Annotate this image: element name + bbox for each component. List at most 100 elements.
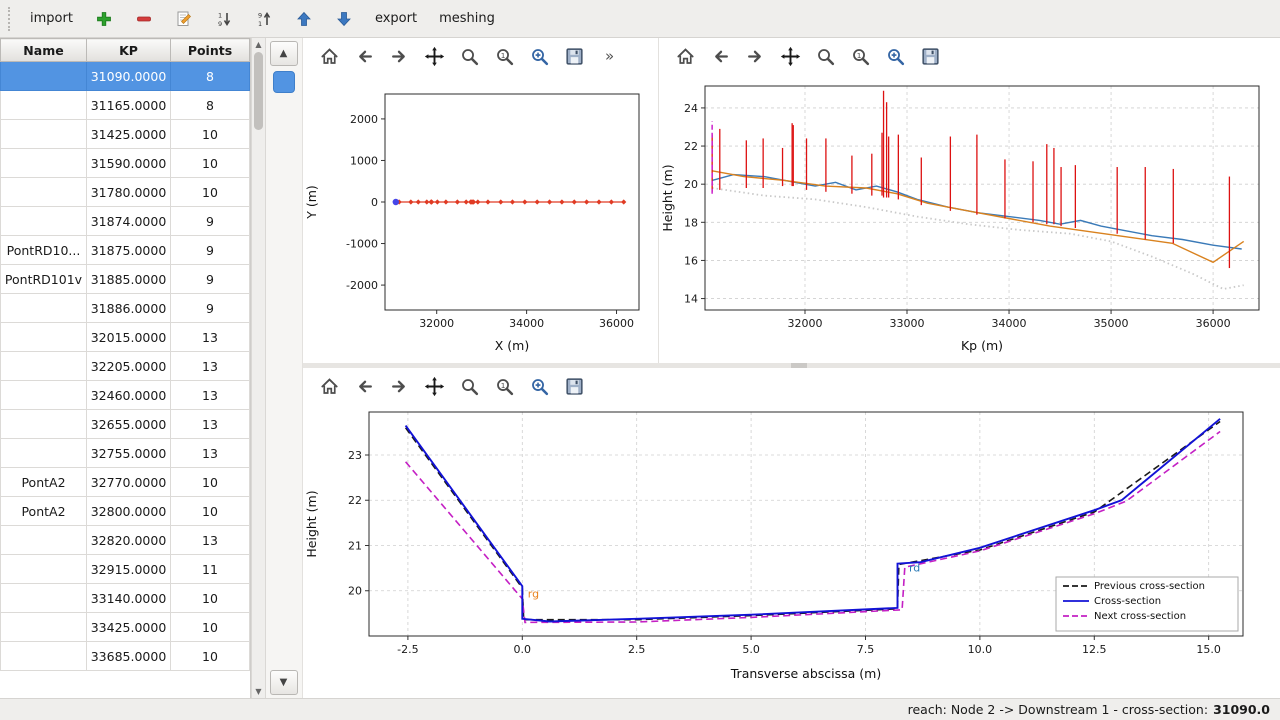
kp-cell[interactable]: 31886.0000 xyxy=(87,294,171,323)
points-cell[interactable]: 8 xyxy=(171,91,250,120)
zoom-rect-button[interactable] xyxy=(525,42,553,70)
table-row[interactable]: 31425.000010 xyxy=(1,120,250,149)
back-button[interactable] xyxy=(706,42,734,70)
kp-cell[interactable]: 31590.0000 xyxy=(87,149,171,178)
back-button[interactable] xyxy=(350,42,378,70)
points-cell[interactable]: 9 xyxy=(171,265,250,294)
forward-button[interactable] xyxy=(741,42,769,70)
edit-section-button[interactable] xyxy=(167,5,201,33)
zoom-orig-button[interactable] xyxy=(490,42,518,70)
points-cell[interactable]: 9 xyxy=(171,236,250,265)
pan-button[interactable] xyxy=(776,42,804,70)
name-cell[interactable] xyxy=(1,62,87,91)
kp-cell[interactable]: 32800.0000 xyxy=(87,497,171,526)
zoom-rect-button[interactable] xyxy=(881,42,909,70)
table-row[interactable]: 32915.000011 xyxy=(1,555,250,584)
points-cell[interactable]: 9 xyxy=(171,294,250,323)
cross-chart[interactable]: -2.50.02.55.07.510.012.515.020212223rgrd… xyxy=(303,404,1259,686)
zoom-orig-button[interactable] xyxy=(846,42,874,70)
table-row[interactable]: 32820.000013 xyxy=(1,526,250,555)
kp-cell[interactable]: 31885.0000 xyxy=(87,265,171,294)
name-cell[interactable] xyxy=(1,439,87,468)
name-cell[interactable] xyxy=(1,584,87,613)
zoom-orig-button[interactable] xyxy=(490,372,518,400)
name-cell[interactable] xyxy=(1,178,87,207)
points-cell[interactable]: 8 xyxy=(171,62,250,91)
scroll-up-icon[interactable]: ▲ xyxy=(255,40,261,49)
splitter-handle[interactable] xyxy=(791,363,807,368)
table-row[interactable]: 32655.000013 xyxy=(1,410,250,439)
scrollbar-thumb[interactable] xyxy=(254,52,263,130)
name-cell[interactable] xyxy=(1,642,87,671)
table-row[interactable]: 33685.000010 xyxy=(1,642,250,671)
back-button[interactable] xyxy=(350,372,378,400)
points-cell[interactable]: 13 xyxy=(171,410,250,439)
name-cell[interactable] xyxy=(1,323,87,352)
forward-button[interactable] xyxy=(385,372,413,400)
name-cell[interactable]: PontA2 xyxy=(1,497,87,526)
kp-cell[interactable]: 33140.0000 xyxy=(87,584,171,613)
kp-cell[interactable]: 32820.0000 xyxy=(87,526,171,555)
points-cell[interactable]: 10 xyxy=(171,642,250,671)
points-cell[interactable]: 10 xyxy=(171,468,250,497)
name-cell[interactable] xyxy=(1,613,87,642)
kp-cell[interactable]: 31165.0000 xyxy=(87,91,171,120)
points-cell[interactable]: 13 xyxy=(171,526,250,555)
points-cell[interactable]: 10 xyxy=(171,149,250,178)
name-cell[interactable] xyxy=(1,381,87,410)
profile-chart[interactable]: 3200033000340003500036000141618202224Kp … xyxy=(659,74,1275,358)
kp-cell[interactable]: 32205.0000 xyxy=(87,352,171,381)
kp-cell[interactable]: 31780.0000 xyxy=(87,178,171,207)
add-section-button[interactable] xyxy=(87,5,121,33)
name-cell[interactable]: PontA2 xyxy=(1,468,87,497)
column-header-name[interactable]: Name xyxy=(1,39,87,62)
points-cell[interactable]: 13 xyxy=(171,352,250,381)
scroll-down-icon[interactable]: ▼ xyxy=(255,687,261,696)
toolbar-grip[interactable] xyxy=(8,7,14,31)
kp-cell[interactable]: 31090.0000 xyxy=(87,62,171,91)
move-down-button[interactable] xyxy=(327,5,361,33)
name-cell[interactable] xyxy=(1,207,87,236)
kp-cell[interactable]: 31875.0000 xyxy=(87,236,171,265)
import-button[interactable]: import xyxy=(22,6,81,31)
points-cell[interactable]: 9 xyxy=(171,207,250,236)
save-button[interactable] xyxy=(560,372,588,400)
name-cell[interactable] xyxy=(1,555,87,584)
scroll-indicator[interactable] xyxy=(273,71,295,93)
remove-section-button[interactable] xyxy=(127,5,161,33)
points-cell[interactable]: 13 xyxy=(171,439,250,468)
column-header-points[interactable]: Points xyxy=(171,39,250,62)
zoom-rect-button[interactable] xyxy=(525,372,553,400)
forward-button[interactable] xyxy=(385,42,413,70)
points-cell[interactable]: 10 xyxy=(171,497,250,526)
name-cell[interactable] xyxy=(1,91,87,120)
table-row[interactable]: PontA232800.000010 xyxy=(1,497,250,526)
sections-table[interactable]: Name KP Points 31090.0000831165.00008314… xyxy=(0,38,250,671)
points-cell[interactable]: 10 xyxy=(171,584,250,613)
name-cell[interactable]: PontRD10... xyxy=(1,236,87,265)
plan-chart[interactable]: 320003400036000-2000-1000010002000X (m)Y… xyxy=(303,74,655,358)
home-button[interactable] xyxy=(315,42,343,70)
table-row[interactable]: 31886.00009 xyxy=(1,294,250,323)
name-cell[interactable] xyxy=(1,526,87,555)
pan-button[interactable] xyxy=(420,372,448,400)
toolbar-overflow-chevron[interactable]: » xyxy=(605,47,614,65)
kp-cell[interactable]: 32655.0000 xyxy=(87,410,171,439)
kp-cell[interactable]: 32015.0000 xyxy=(87,323,171,352)
zoom-button[interactable] xyxy=(455,42,483,70)
table-row[interactable]: 31165.00008 xyxy=(1,91,250,120)
kp-cell[interactable]: 33425.0000 xyxy=(87,613,171,642)
table-row[interactable]: 33140.000010 xyxy=(1,584,250,613)
points-cell[interactable]: 10 xyxy=(171,613,250,642)
sort-descending-button[interactable] xyxy=(247,5,281,33)
name-cell[interactable] xyxy=(1,410,87,439)
export-button[interactable]: export xyxy=(367,6,425,31)
name-cell[interactable] xyxy=(1,294,87,323)
kp-cell[interactable]: 31425.0000 xyxy=(87,120,171,149)
row-down-button[interactable]: ▼ xyxy=(270,670,298,695)
kp-cell[interactable]: 32460.0000 xyxy=(87,381,171,410)
table-row[interactable]: PontRD10...31875.00009 xyxy=(1,236,250,265)
row-up-button[interactable]: ▲ xyxy=(270,41,298,66)
pan-button[interactable] xyxy=(420,42,448,70)
table-row[interactable]: 32205.000013 xyxy=(1,352,250,381)
